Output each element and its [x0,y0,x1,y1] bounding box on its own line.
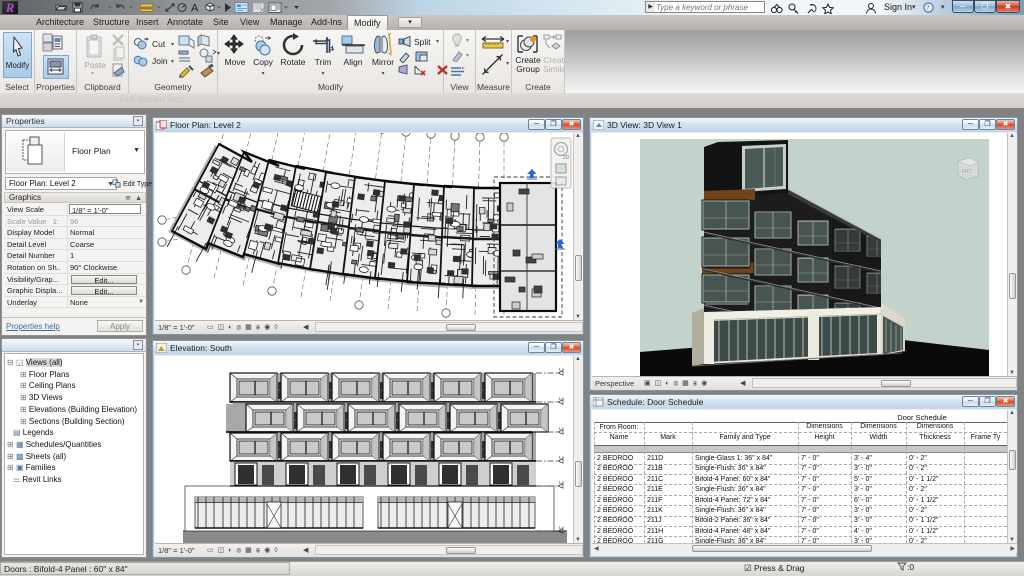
svg-text:Lv: Lv [559,480,565,485]
svg-text:Lv: Lv [559,525,565,530]
svg-text:Lv: Lv [559,455,565,460]
svg-text:Lv: Lv [559,396,565,401]
svg-text:2D: 2D [563,155,570,161]
svg-text:A: A [191,3,199,15]
svg-text:Lv: Lv [559,426,565,431]
svg-text:Lv: Lv [559,367,565,372]
svg-text:FRT: FRT [962,169,972,175]
